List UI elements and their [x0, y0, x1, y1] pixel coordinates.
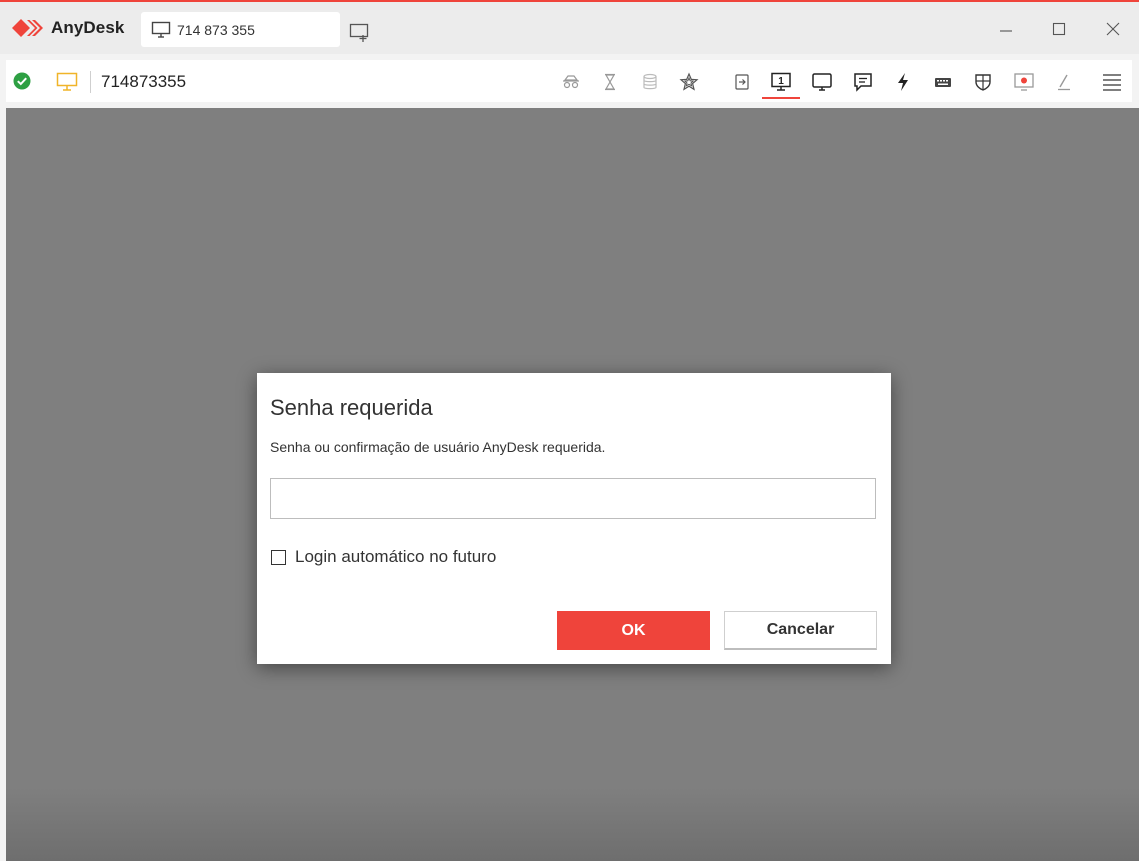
file-transfer-icon: [735, 74, 749, 90]
storage-button[interactable]: [636, 68, 664, 96]
whiteboard-button[interactable]: [1050, 68, 1078, 96]
svg-text:1: 1: [778, 76, 784, 87]
remote-id-label: 714873355: [101, 72, 187, 91]
auto-login-option[interactable]: Login automático no futuro: [271, 547, 496, 567]
permissions-button[interactable]: [969, 68, 997, 96]
display-1-icon: 1: [771, 72, 791, 91]
anydesk-logo-icon: [12, 19, 43, 37]
check-circle-icon: [13, 72, 31, 90]
chat-icon: [854, 73, 872, 92]
chat-button[interactable]: [849, 68, 877, 96]
password-required-dialog: Senha requerida Senha ou confirmação de …: [257, 373, 891, 664]
favorite-button[interactable]: [675, 68, 703, 96]
app-name: AnyDesk: [51, 18, 125, 37]
session-tab-label: 714 873 355: [177, 21, 255, 38]
monitor-icon: [812, 73, 832, 91]
database-icon: [643, 73, 657, 90]
session-tab[interactable]: 714 873 355: [141, 12, 340, 47]
display-select-active-indicator: [762, 97, 800, 99]
privacy-button[interactable]: [557, 68, 585, 96]
toolbar-divider: [90, 71, 91, 93]
close-button[interactable]: [1100, 16, 1126, 42]
hourglass-icon: [604, 73, 616, 91]
anydesk-window: AnyDesk 714 873 355 714873355 1 Senha re…: [0, 0, 1139, 861]
maximize-icon: [1052, 22, 1066, 36]
monitor-icon: [56, 72, 78, 91]
keyboard-icon: [935, 78, 951, 87]
display-select-button[interactable]: 1: [767, 68, 795, 96]
new-tab-icon: [349, 23, 369, 42]
file-transfer-button[interactable]: [728, 68, 756, 96]
ok-button[interactable]: OK: [557, 611, 710, 650]
cancel-button[interactable]: Cancelar: [724, 611, 877, 650]
main-menu-button[interactable]: [1098, 68, 1126, 96]
dialog-title: Senha requerida: [270, 395, 433, 420]
actions-button[interactable]: [889, 68, 917, 96]
whiteboard-pen-icon: [1058, 74, 1070, 91]
star-icon: [679, 72, 699, 91]
actions-bolt-icon: [898, 73, 908, 91]
display-settings-button[interactable]: [808, 68, 836, 96]
new-tab-button[interactable]: [349, 23, 371, 43]
password-input[interactable]: [270, 478, 876, 519]
permissions-shield-icon: [975, 74, 991, 91]
auto-login-label: Login automático no futuro: [295, 547, 497, 566]
minimize-icon: [1000, 30, 1012, 32]
keyboard-button[interactable]: [929, 68, 957, 96]
record-icon: [1014, 73, 1034, 91]
monitor-icon: [151, 21, 171, 38]
minimize-button[interactable]: [993, 16, 1019, 42]
auto-login-checkbox[interactable]: [271, 549, 286, 565]
menu-icon: [1103, 74, 1121, 91]
dialog-message: Senha ou confirmação de usuário AnyDesk …: [270, 439, 606, 455]
privacy-icon: [563, 75, 579, 89]
session-timer-button[interactable]: [596, 68, 624, 96]
maximize-button[interactable]: [1046, 16, 1072, 42]
close-icon: [1106, 22, 1120, 36]
record-button[interactable]: [1010, 68, 1038, 96]
title-bar[interactable]: AnyDesk 714 873 355: [0, 2, 1139, 54]
